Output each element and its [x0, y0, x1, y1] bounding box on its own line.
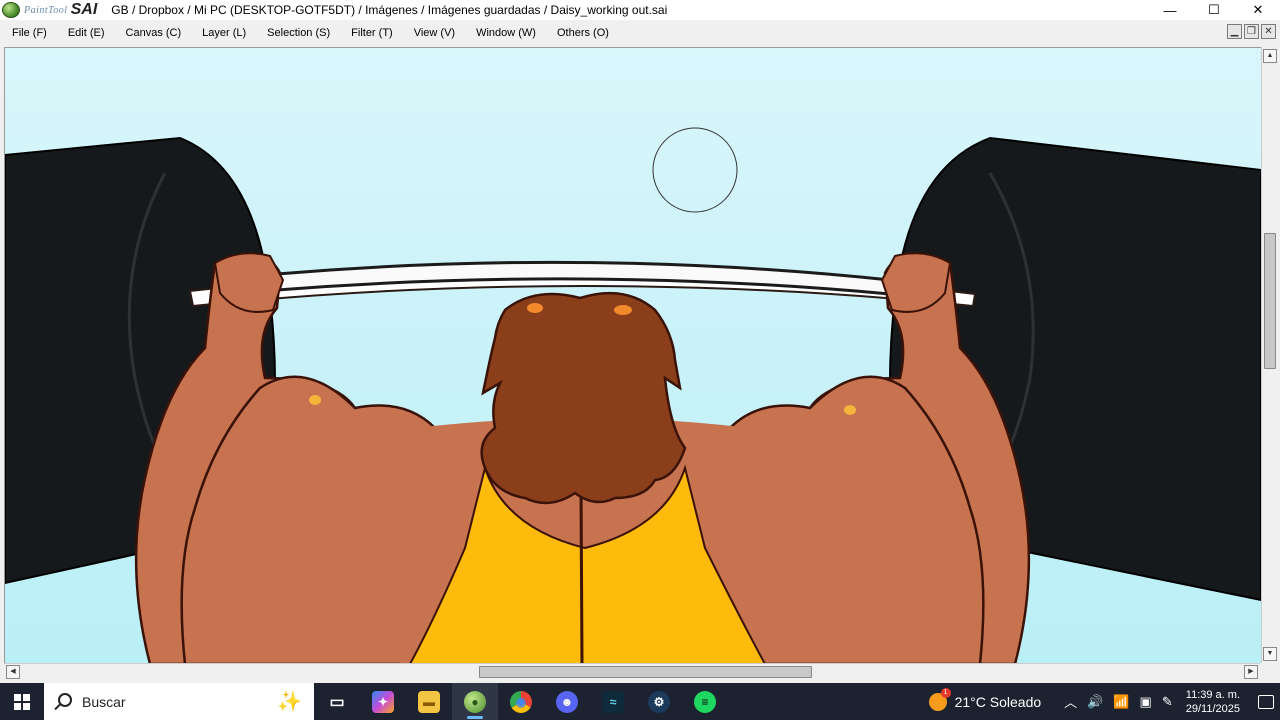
- speaker-icon[interactable]: 🔊: [1087, 694, 1103, 710]
- menu-file[interactable]: File (F): [0, 27, 56, 39]
- left-shoulder-highlight: [309, 395, 321, 405]
- weather-badge: 1: [940, 687, 951, 698]
- menu-filter[interactable]: Filter (T): [339, 27, 402, 39]
- drawing-canvas[interactable]: [4, 47, 1261, 664]
- scroll-up-arrow-icon[interactable]: ▲: [1263, 49, 1277, 63]
- network-icon[interactable]: 📶: [1113, 694, 1129, 710]
- menu-bar: File (F) Edit (E) Canvas (C) Layer (L) S…: [0, 20, 1280, 45]
- menu-others[interactable]: Others (O): [545, 27, 618, 39]
- system-tray: 1 21°C Soleado ︿ 🔊 📶 ▣ ✎ 11:39 a. m. 29/…: [928, 683, 1280, 720]
- window-controls: — ☐ ✕: [1148, 0, 1280, 20]
- taskbar-search-box[interactable]: Buscar ✨: [44, 683, 314, 720]
- horizontal-scrollbar[interactable]: ◀ ▶: [4, 663, 1260, 679]
- sun-icon: 1: [928, 687, 951, 711]
- hair-highlight-right: [614, 305, 632, 315]
- logo-text-big: SAI: [70, 1, 98, 18]
- chrome-icon[interactable]: ◉: [498, 683, 544, 720]
- menu-selection[interactable]: Selection (S): [255, 27, 339, 39]
- pen-icon[interactable]: ✎: [1162, 694, 1173, 710]
- scroll-right-arrow-icon[interactable]: ▶: [1244, 665, 1258, 679]
- windows-logo-icon: [14, 693, 30, 710]
- notification-center-icon[interactable]: [1252, 683, 1280, 720]
- window-title: GB / Dropbox / Mi PC (DESKTOP-GOTF5DT) /…: [111, 3, 668, 17]
- clock[interactable]: 11:39 a. m. 29/11/2025: [1186, 688, 1240, 716]
- file-explorer-icon[interactable]: ▬: [406, 683, 452, 720]
- clock-date: 29/11/2025: [1185, 702, 1240, 715]
- menu-view[interactable]: View (V): [402, 27, 464, 39]
- maximize-button[interactable]: ☐: [1192, 0, 1236, 20]
- copilot-icon[interactable]: ✦: [360, 683, 406, 720]
- scroll-down-arrow-icon[interactable]: ▼: [1263, 647, 1277, 661]
- spine-line: [579, 487, 584, 664]
- discord-icon[interactable]: ☻: [544, 683, 590, 720]
- brown-hair: [480, 291, 687, 505]
- menu-edit[interactable]: Edit (E): [56, 27, 114, 39]
- app-logo: PaintTool SAI: [0, 0, 97, 20]
- menu-canvas[interactable]: Canvas (C): [114, 27, 191, 39]
- menu-window[interactable]: Window (W): [464, 27, 545, 39]
- weather-text: 21°C Soleado: [954, 693, 1042, 710]
- clock-time: 11:39 a. m.: [1185, 688, 1240, 701]
- weather-widget[interactable]: 1 21°C Soleado: [928, 687, 1042, 711]
- title-bar: PaintTool SAI GB / Dropbox / Mi PC (DESK…: [0, 0, 1280, 20]
- painttool-sai-taskbar-icon[interactable]: ●: [452, 683, 498, 720]
- document-minimize-button[interactable]: ▁: [1227, 24, 1242, 39]
- terminal-icon[interactable]: ≈: [590, 683, 636, 720]
- menu-layer[interactable]: Layer (L): [190, 27, 255, 39]
- horizontal-scroll-thumb[interactable]: [479, 666, 812, 678]
- document-restore-button[interactable]: ❐: [1244, 24, 1259, 39]
- windows-taskbar: Buscar ✨ ▭ ✦ ▬ ● ◉ ☻ ≈ ⚙ ≡ 1 21°C Solead…: [0, 683, 1280, 720]
- chevron-up-icon[interactable]: ︿: [1064, 692, 1077, 711]
- document-close-button[interactable]: ✕: [1261, 24, 1276, 39]
- logo-text-small: PaintTool: [24, 4, 68, 16]
- document-window-controls: ▁ ❐ ✕: [1227, 24, 1276, 39]
- search-highlight-icon: ✨: [277, 691, 302, 713]
- task-view-icon[interactable]: ▭: [314, 683, 360, 720]
- search-placeholder: Buscar: [82, 693, 126, 710]
- steam-icon[interactable]: ⚙: [636, 683, 682, 720]
- painttool-logo-icon: [2, 2, 20, 18]
- vertical-scrollbar[interactable]: ▲ ▼: [1261, 47, 1277, 663]
- minimize-button[interactable]: —: [1148, 0, 1192, 20]
- hair-highlight-left: [527, 303, 543, 313]
- artwork: [5, 48, 1261, 664]
- scroll-left-arrow-icon[interactable]: ◀: [6, 665, 20, 679]
- right-shoulder-highlight: [844, 405, 856, 415]
- vertical-scroll-thumb[interactable]: [1264, 233, 1276, 369]
- start-button[interactable]: [0, 683, 44, 720]
- meet-icon[interactable]: ▣: [1140, 694, 1152, 710]
- close-button[interactable]: ✕: [1236, 0, 1280, 20]
- search-icon: [54, 692, 72, 711]
- spotify-icon[interactable]: ≡: [682, 683, 728, 720]
